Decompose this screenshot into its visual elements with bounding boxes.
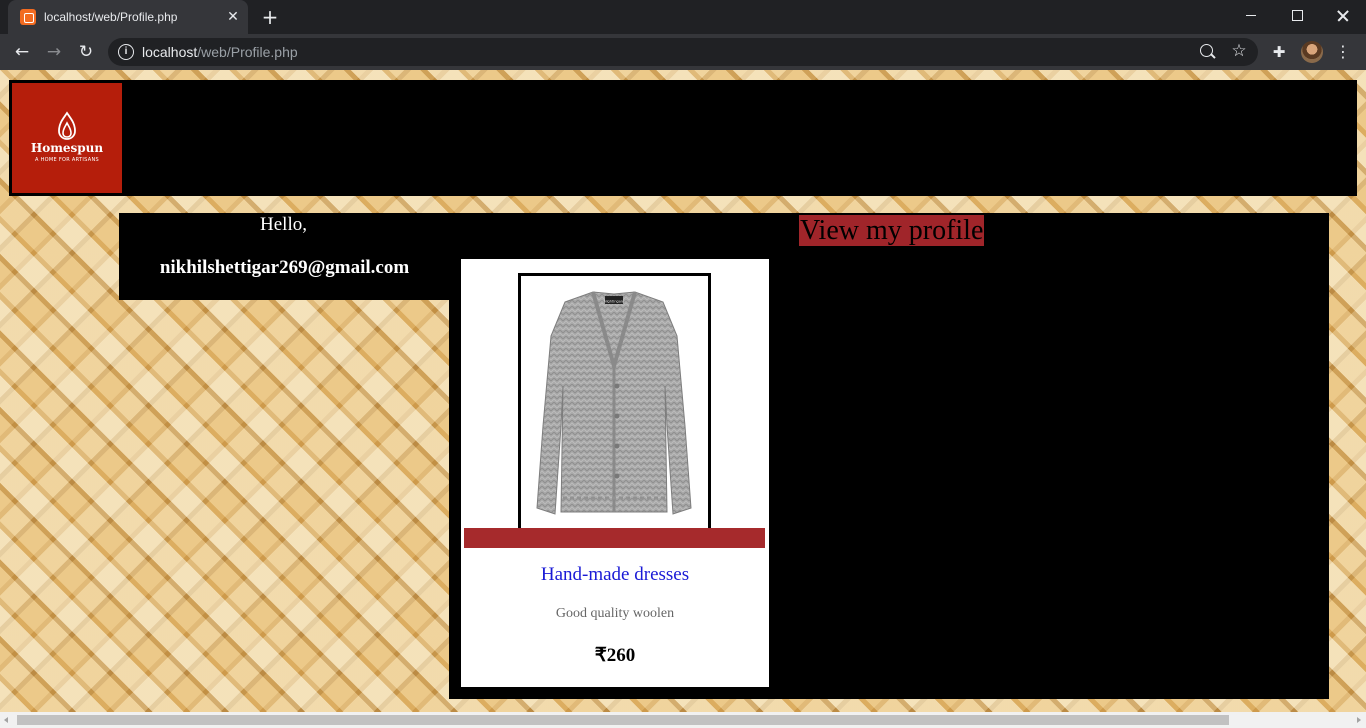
xampp-favicon-icon (20, 9, 36, 25)
site-info-icon[interactable]: i (118, 44, 134, 60)
browser-menu-icon[interactable]: ⋮ (1334, 41, 1352, 63)
product-title[interactable]: Hand-made dresses (461, 564, 769, 586)
url-host: localhost (142, 44, 198, 60)
extensions-puzzle-icon[interactable]: ✚ (1268, 41, 1290, 63)
view-profile-link[interactable]: View my profile (799, 215, 985, 246)
product-image[interactable]: Nightingale (518, 273, 711, 533)
restore-window-button[interactable] (1274, 0, 1320, 32)
site-header: Homespun A HOME FOR ARTISANS (9, 80, 1357, 196)
homespun-logo[interactable]: Homespun A HOME FOR ARTISANS (12, 83, 122, 193)
scroll-left-arrow-icon[interactable] (4, 717, 8, 723)
tab-active[interactable]: localhost/web/Profile.php ✕ (8, 0, 248, 34)
product-accent-bar (464, 528, 765, 548)
greeting-text: Hello, (260, 214, 307, 235)
tab-strip: localhost/web/Profile.php ✕ + (0, 0, 1366, 34)
page-viewport: Homespun A HOME FOR ARTISANS Hello, nikh… (0, 70, 1366, 712)
scroll-right-arrow-icon[interactable] (1357, 717, 1361, 723)
greeting-panel: Hello, nikhilshettigar269@gmail.com (119, 213, 450, 300)
profile-avatar[interactable] (1301, 41, 1323, 63)
browser-toolbar: ← → ↻ i localhost/web/Profile.php ☆ ✚ ⋮ (0, 34, 1366, 70)
back-icon[interactable]: ← (9, 39, 35, 65)
zoom-icon[interactable] (1198, 42, 1218, 62)
horizontal-scrollbar[interactable] (0, 712, 1366, 728)
product-price: ₹260 (594, 645, 636, 666)
close-window-button[interactable] (1320, 0, 1366, 32)
reload-icon[interactable]: ↻ (73, 39, 99, 65)
logo-tagline: A HOME FOR ARTISANS (34, 157, 99, 163)
logo-name: Homespun (30, 141, 104, 155)
url-text[interactable]: localhost/web/Profile.php (142, 44, 298, 60)
scroll-thumb[interactable] (17, 715, 1229, 725)
cardigan-image: Nightingale (536, 291, 692, 515)
close-tab-icon[interactable]: ✕ (224, 8, 242, 26)
url-path: /web/Profile.php (197, 44, 298, 60)
user-email: nikhilshettigar269@gmail.com (159, 257, 410, 278)
minimize-window-button[interactable] (1228, 0, 1274, 32)
tab-title: localhost/web/Profile.php (44, 10, 178, 24)
flame-logo-icon (58, 111, 76, 140)
product-card[interactable]: Nightingale Hand-made dresses Good quali… (461, 259, 769, 687)
forward-icon[interactable]: → (41, 39, 67, 65)
bookmark-star-icon[interactable]: ☆ (1228, 40, 1250, 62)
new-tab-icon[interactable]: + (260, 6, 280, 28)
address-bar[interactable]: i localhost/web/Profile.php ☆ (108, 38, 1258, 66)
garment-brand-label: Nightingale (604, 300, 624, 304)
product-description: Good quality woolen (555, 606, 675, 621)
